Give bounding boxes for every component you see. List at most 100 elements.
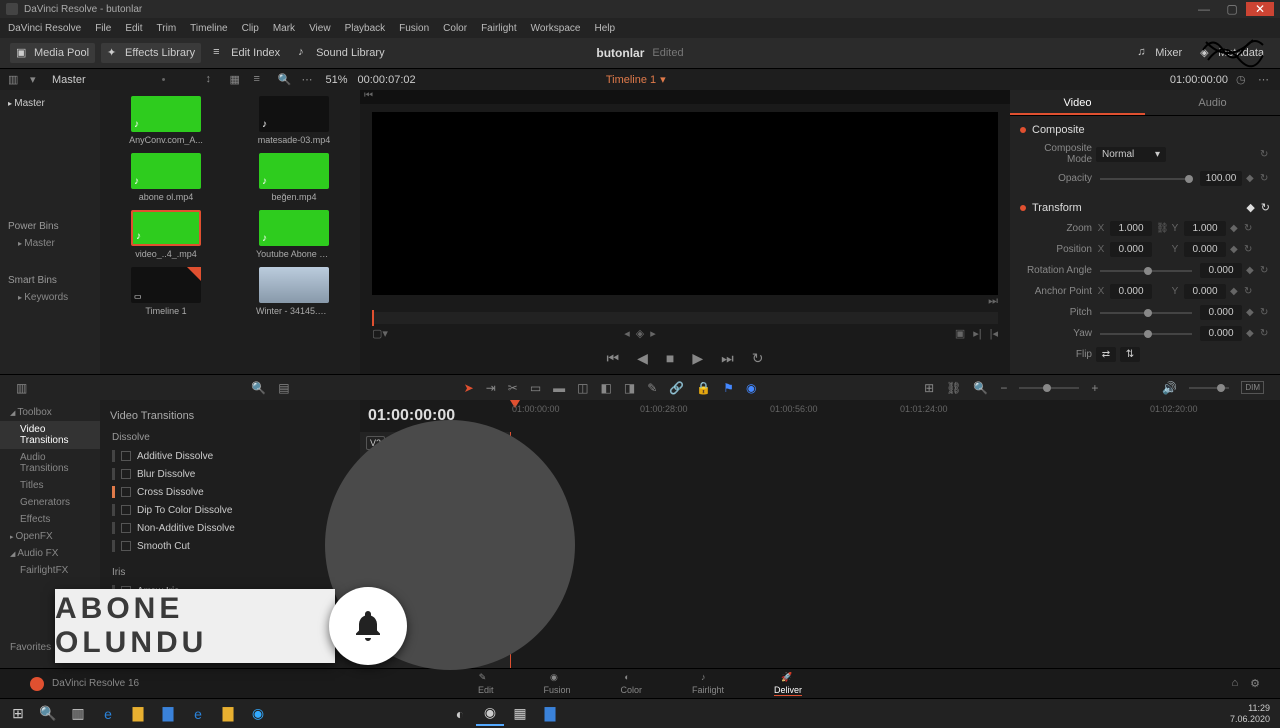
search-icon[interactable]: 🔍: [277, 73, 291, 87]
clip-thumbnail[interactable]: ♪Youtube Abone O...: [234, 210, 354, 259]
page-edit[interactable]: ✎Edit: [478, 672, 494, 695]
taskbar-app-explorer[interactable]: ▇: [154, 702, 182, 726]
fx-cat-video-transitions[interactable]: Video Transitions: [0, 421, 100, 449]
chevron-down-icon[interactable]: ▾: [30, 73, 44, 87]
page-fusion[interactable]: ◉Fusion: [543, 672, 570, 695]
enable-dot-icon[interactable]: [1020, 127, 1026, 133]
mixer-button[interactable]: ♫Mixer: [1131, 43, 1188, 63]
enable-icon[interactable]: ◻: [402, 500, 416, 512]
reset-icon[interactable]: ↻: [1261, 201, 1270, 214]
pitch-slider[interactable]: [1100, 312, 1192, 314]
menu-edit[interactable]: Edit: [125, 23, 142, 34]
effects-button[interactable]: ✦Effects Library: [101, 43, 201, 63]
keyframe-icon[interactable]: ◆: [1230, 286, 1240, 297]
fx-cat-favorites[interactable]: Favorites: [0, 639, 100, 656]
menu-timeline[interactable]: Timeline: [190, 23, 227, 34]
viewer-opts-icon[interactable]: ▢▾: [372, 327, 388, 340]
menu-trim[interactable]: Trim: [157, 23, 177, 34]
reset-icon[interactable]: ↻: [1260, 307, 1270, 318]
start-button[interactable]: ⊞: [4, 702, 32, 726]
menu-workspace[interactable]: Workspace: [531, 23, 581, 34]
zoom-in-icon[interactable]: +: [1091, 381, 1098, 395]
fx-cat-titles[interactable]: Titles: [0, 477, 100, 494]
yaw-slider[interactable]: [1100, 333, 1192, 335]
keyframe-icon[interactable]: ◆: [1230, 244, 1240, 255]
menu-file[interactable]: File: [95, 23, 111, 34]
reset-icon[interactable]: ↻: [1260, 265, 1270, 276]
inspector-tab-video[interactable]: Video: [1010, 90, 1145, 115]
jump-end-icon[interactable]: ⏭: [988, 295, 998, 308]
prev-edit-icon[interactable]: ◂: [624, 327, 630, 340]
more-icon[interactable]: ⋯: [301, 73, 315, 87]
clip-thumbnail[interactable]: ♪video_..4_.mp4: [106, 210, 226, 259]
zoom-level[interactable]: 51%: [325, 74, 347, 86]
zoom-x-value[interactable]: 1.000: [1110, 221, 1152, 236]
search-icon[interactable]: 🔍: [251, 381, 266, 395]
reset-icon[interactable]: ↻: [1260, 173, 1270, 184]
fx-item[interactable]: Cross Dissolve: [106, 483, 354, 501]
fx-item[interactable]: Non-Additive Dissolve: [106, 519, 354, 537]
link-icon[interactable]: 🔗: [669, 381, 684, 395]
close-button[interactable]: ✕: [1246, 2, 1274, 16]
fx-item[interactable]: Blur Dissolve: [106, 465, 354, 483]
lock-icon[interactable]: 🔒: [696, 381, 711, 395]
bin-breadcrumb[interactable]: Master: [52, 74, 86, 86]
lock-icon[interactable]: 🔒: [366, 500, 380, 512]
menu-clip[interactable]: Clip: [242, 23, 259, 34]
taskbar-app-sticky[interactable]: ▇: [214, 702, 242, 726]
clip-thumbnail[interactable]: ♪abone ol.mp4: [106, 153, 226, 202]
first-frame-icon[interactable]: ⏮: [607, 350, 620, 367]
taskbar-app-explorer[interactable]: ▇: [124, 702, 152, 726]
pitch-value[interactable]: 0.000: [1200, 305, 1242, 320]
list-icon[interactable]: ≡: [253, 73, 267, 87]
loop-icon[interactable]: ↻: [752, 350, 764, 367]
editindex-button[interactable]: ≡Edit Index: [207, 43, 286, 63]
menu-davinci[interactable]: DaVinci Resolve: [8, 23, 81, 34]
video-clip[interactable]: [510, 478, 540, 518]
anchor-x-value[interactable]: 0.000: [1110, 284, 1152, 299]
menu-fusion[interactable]: Fusion: [399, 23, 429, 34]
overwrite-tool-icon[interactable]: ▬: [553, 381, 565, 395]
taskbar-app[interactable]: ▦: [506, 702, 534, 726]
keyframe-icon[interactable]: ◆: [1246, 328, 1256, 339]
playhead-icon[interactable]: [372, 310, 374, 326]
more-icon[interactable]: ⋯: [1258, 73, 1272, 87]
ripple-tool-icon[interactable]: ◨: [624, 381, 635, 395]
gear-icon[interactable]: ⚙: [1250, 677, 1260, 690]
page-fairlight[interactable]: ♪Fairlight: [692, 672, 724, 695]
grid-icon[interactable]: ▦: [229, 73, 243, 87]
lock-icon[interactable]: 🔒: [366, 454, 380, 466]
taskbar-clock[interactable]: 11:29 7.06.2020: [1230, 703, 1276, 725]
flip-v-button[interactable]: ⇅: [1120, 347, 1140, 362]
autoselect-icon[interactable]: ◻: [384, 500, 398, 512]
enable-dot-icon[interactable]: [1020, 205, 1026, 211]
reset-icon[interactable]: ↻: [1244, 286, 1254, 297]
opacity-slider[interactable]: [1100, 178, 1192, 180]
position-y-value[interactable]: 0.000: [1184, 242, 1226, 257]
zoom-icon[interactable]: 🔍: [973, 381, 988, 395]
fx-item[interactable]: Smooth Cut: [106, 537, 354, 555]
replace-tool-icon[interactable]: ◫: [577, 381, 588, 395]
reset-icon[interactable]: ↻: [1244, 223, 1254, 234]
flag-icon[interactable]: ⚑: [723, 381, 734, 395]
smartbin-keywords[interactable]: Keywords: [8, 290, 92, 305]
viewer-canvas[interactable]: [372, 112, 998, 295]
clip-thumbnail[interactable]: ♪matesade-03.mp4: [234, 96, 354, 145]
timeline-name[interactable]: Timeline 1: [606, 74, 656, 86]
menu-playback[interactable]: Playback: [345, 23, 386, 34]
track-header-v2[interactable]: V2Video 2 🔒◻◻ 0 Clip: [360, 432, 510, 478]
timeline-ruler[interactable]: 01:00:00:00 01:00:28:00 01:00:56:00 01:0…: [510, 400, 1280, 432]
snap-icon[interactable]: ⊞: [924, 381, 934, 395]
fx-cat-generators[interactable]: Generators: [0, 494, 100, 511]
clip-thumbnail[interactable]: Winter - 34145.mp4: [234, 267, 354, 316]
transform-header[interactable]: Transform◆↻: [1020, 197, 1270, 218]
taskbar-app[interactable]: ◐: [446, 702, 474, 726]
keyframe-icon[interactable]: ◆: [1230, 223, 1240, 234]
fx-item[interactable]: Additive Dissolve: [106, 447, 354, 465]
scrub-bar[interactable]: [372, 312, 998, 324]
volume-icon[interactable]: 🔊: [1162, 381, 1177, 395]
autoselect-icon[interactable]: ◻: [384, 454, 398, 466]
timeline-clips[interactable]: video... video...: [510, 432, 1280, 668]
audio-clip[interactable]: [510, 542, 540, 582]
stop-icon[interactable]: ■: [666, 350, 674, 366]
